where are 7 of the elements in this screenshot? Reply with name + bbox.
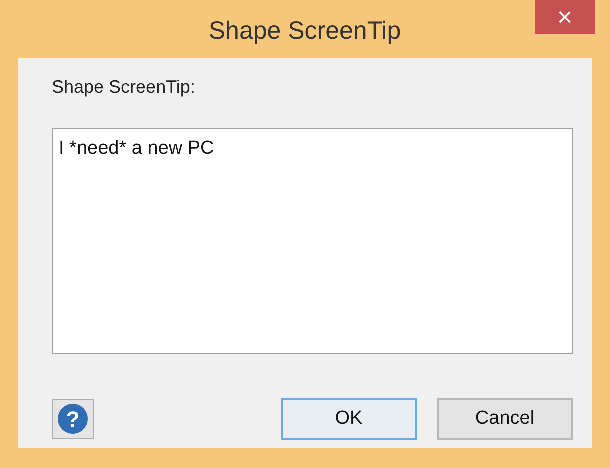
help-button[interactable]: ? <box>52 399 94 439</box>
cancel-button[interactable]: Cancel <box>437 398 573 440</box>
window-title: Shape ScreenTip <box>208 16 402 48</box>
field-label: Shape ScreenTip: <box>52 76 196 99</box>
screentip-field[interactable]: I *need* a new PC <box>52 128 573 354</box>
close-button[interactable]: × <box>535 0 595 34</box>
ok-button[interactable]: OK <box>281 398 417 440</box>
